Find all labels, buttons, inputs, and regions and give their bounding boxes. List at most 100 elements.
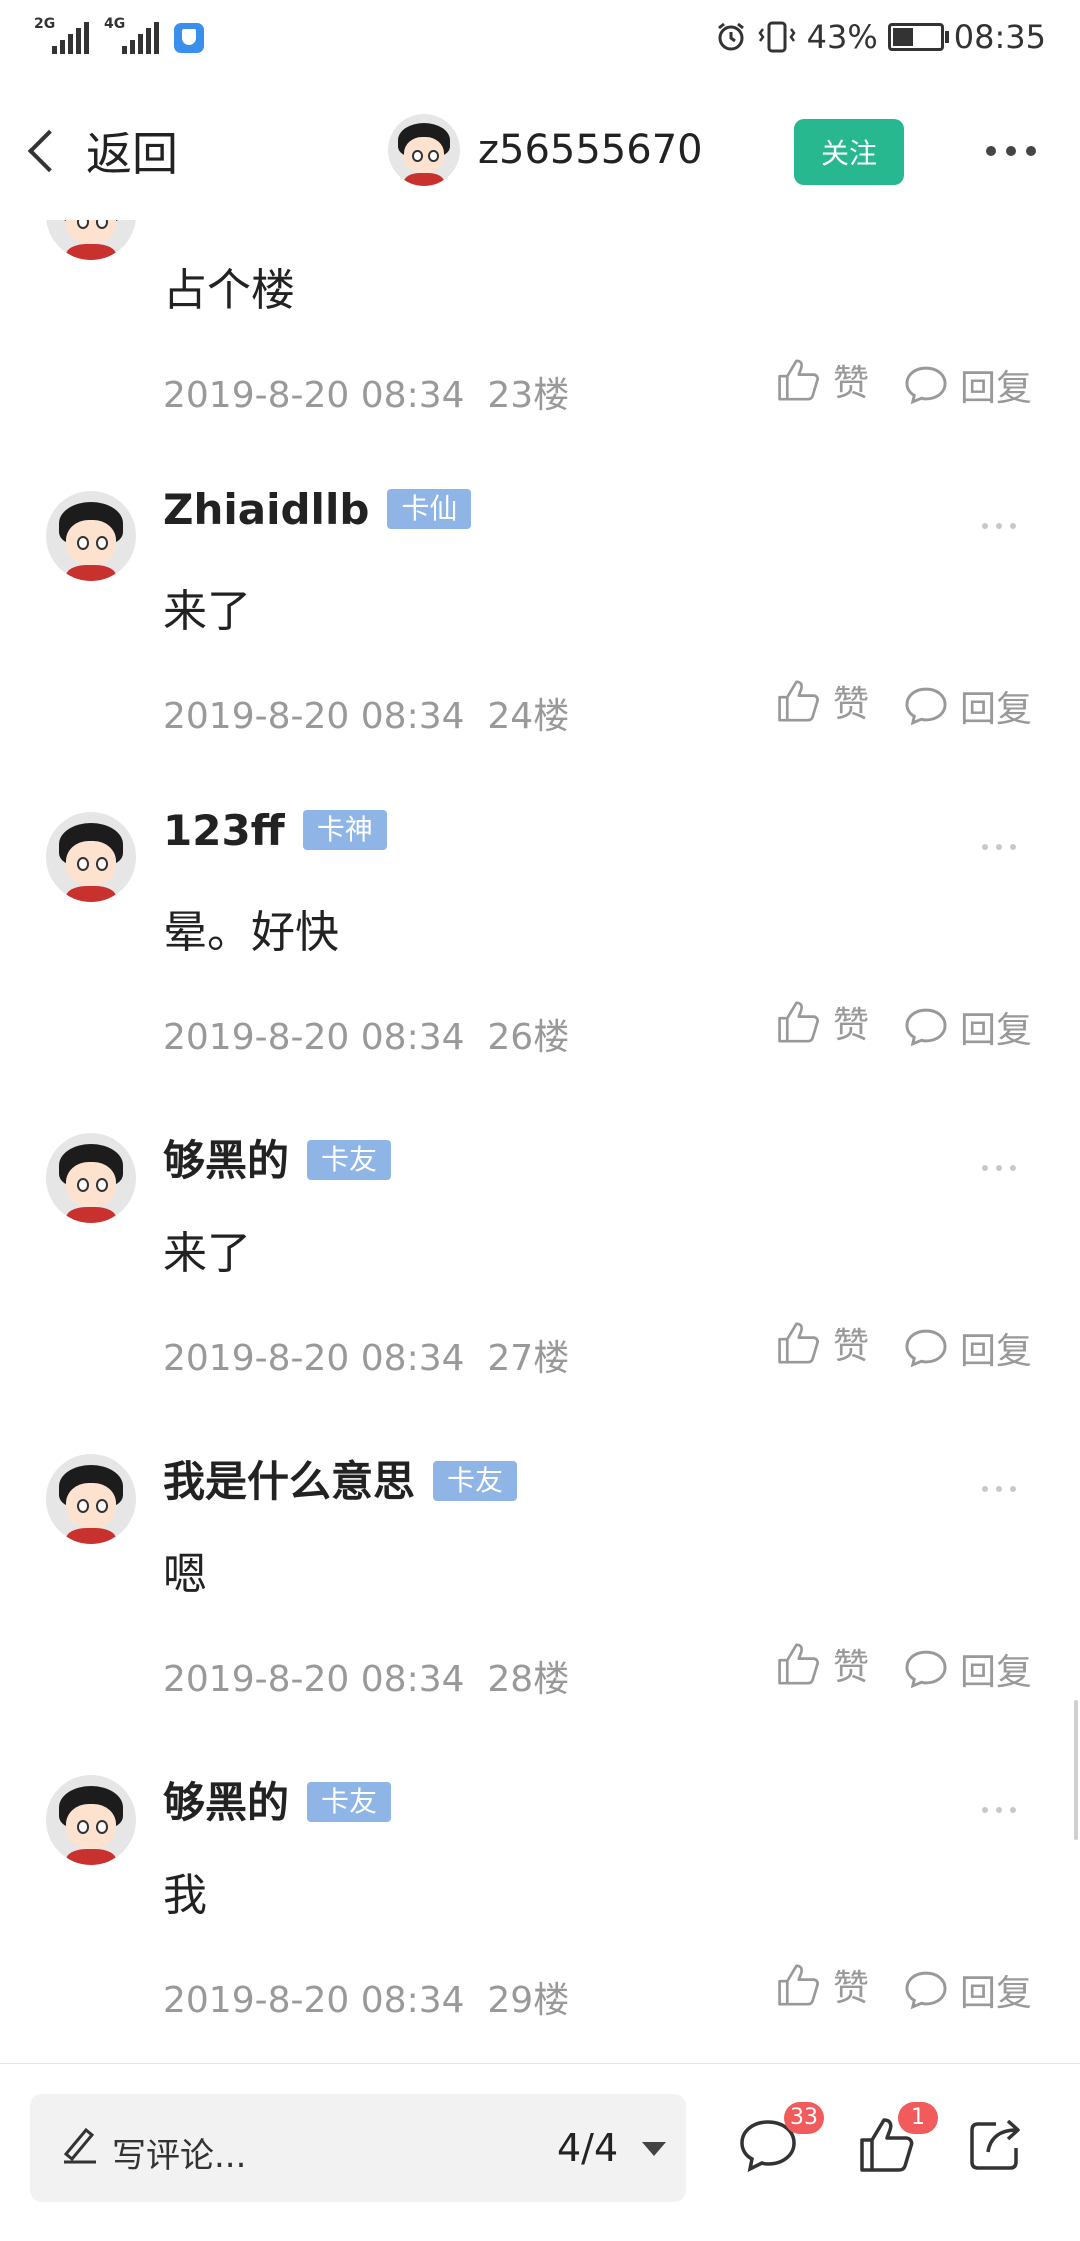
avatar[interactable] <box>46 1775 136 1865</box>
comment-count-badge: 33 <box>784 2102 824 2134</box>
commenter-name[interactable]: 我是什么意思 卡友 <box>163 1448 518 1509</box>
thumbs-up-icon <box>778 359 819 401</box>
reply-label: 回复 <box>960 1010 1033 1051</box>
back-chevron-icon <box>27 129 71 173</box>
post-author[interactable]: z56555670 <box>388 114 703 186</box>
thumbs-up-icon <box>778 1001 819 1043</box>
battery-percentage: 43% <box>806 18 878 56</box>
signal-sim1-icon: 2G <box>34 16 92 56</box>
avatar[interactable] <box>46 1133 136 1223</box>
like-post-button[interactable]: 1 <box>856 2102 938 2178</box>
dropdown-triangle-icon[interactable] <box>642 2142 666 2156</box>
comment-meta: 2019-8-20 08:34 23楼 <box>163 366 569 418</box>
thumbs-up-icon <box>778 1322 819 1364</box>
reply-label: 回复 <box>960 1331 1033 1372</box>
user-level-badge: 卡仙 <box>387 488 472 529</box>
top-nav-bar: 返回 z56555670 关注 <box>0 80 1080 220</box>
reply-button[interactable]: 回复 <box>904 680 1032 732</box>
reply-bubble-icon <box>905 1008 947 1047</box>
like-label: 赞 <box>833 1968 870 2009</box>
reply-button[interactable]: 回复 <box>904 1322 1032 1374</box>
comment-more-icon[interactable] <box>982 1165 1016 1171</box>
status-bar: 2G 4G 43% 08:35 <box>0 0 1080 80</box>
comment-more-icon[interactable] <box>982 1807 1016 1813</box>
reply-bubble-icon <box>905 1650 947 1689</box>
commenter-name-text: 够黑的 <box>163 1778 290 1827</box>
like-button[interactable]: 赞 <box>775 675 869 727</box>
comment-meta: 2019-8-20 08:34 29楼 <box>163 1971 569 2023</box>
commenter-name-text: Zhiaidllb <box>163 485 370 534</box>
comment-more-icon[interactable] <box>982 844 1016 850</box>
like-label: 赞 <box>833 363 870 404</box>
comment-time: 2019-8-20 08:34 <box>163 1659 465 1700</box>
user-level-badge: 卡神 <box>302 809 387 850</box>
floor-number: 24楼 <box>487 696 570 737</box>
comment-text: 晕。好快 <box>163 907 339 958</box>
commenter-name[interactable]: 够黑的 卡友 <box>163 1769 392 1830</box>
reply-label: 回复 <box>960 368 1033 409</box>
comment-meta: 2019-8-20 08:34 24楼 <box>163 687 569 739</box>
comment-input[interactable]: 写评论... 4/4 <box>30 2094 686 2202</box>
reply-bubble-icon <box>905 1971 947 2010</box>
reply-button[interactable]: 回复 <box>904 359 1032 411</box>
reply-button[interactable]: 回复 <box>904 1001 1032 1053</box>
floor-number: 29楼 <box>487 1980 570 2021</box>
comment-text: 嗯 <box>163 1549 207 1600</box>
like-label: 赞 <box>833 1005 870 1046</box>
like-button[interactable]: 赞 <box>775 1638 869 1690</box>
commenter-name[interactable]: 够黑的 卡友 <box>163 1127 392 1188</box>
comment-meta: 2019-8-20 08:34 28楼 <box>163 1650 569 1702</box>
comment-meta: 2019-8-20 08:34 26楼 <box>163 1008 569 1060</box>
author-username: z56555670 <box>478 127 703 173</box>
back-button[interactable]: 返回 <box>20 118 178 184</box>
like-button[interactable]: 赞 <box>775 354 869 406</box>
like-label: 赞 <box>833 1647 870 1688</box>
thumbs-up-icon <box>778 1643 819 1685</box>
avatar[interactable] <box>388 114 460 186</box>
signal-sim2-icon: 4G <box>104 16 162 56</box>
reply-bubble-icon <box>905 366 947 405</box>
battery-icon <box>887 23 949 51</box>
commenter-name[interactable]: 123ff 卡神 <box>163 806 387 855</box>
more-options-icon[interactable] <box>986 146 1036 156</box>
floor-number: 27楼 <box>487 1338 570 1379</box>
like-label: 赞 <box>833 1326 870 1367</box>
user-level-badge: 卡友 <box>433 1460 518 1501</box>
avatar[interactable] <box>46 491 136 581</box>
like-button[interactable]: 赞 <box>775 1959 869 2011</box>
comment-time: 2019-8-20 08:34 <box>163 1980 465 2021</box>
share-icon <box>970 2119 1020 2170</box>
reply-label: 回复 <box>960 1973 1033 2014</box>
comments-button[interactable]: 33 <box>738 2102 824 2178</box>
share-button[interactable] <box>966 2116 1026 2178</box>
comment-more-icon[interactable] <box>982 523 1016 529</box>
avatar[interactable] <box>46 812 136 902</box>
comment-text: 来了 <box>163 586 251 637</box>
pen-icon <box>63 2127 96 2164</box>
bottom-action-bar: 写评论... 4/4 33 1 <box>0 2063 1080 2241</box>
reply-bubble-icon <box>905 687 947 726</box>
commenter-name-text: 123ff <box>163 806 285 855</box>
floor-number: 23楼 <box>487 375 570 416</box>
like-button[interactable]: 赞 <box>775 996 869 1048</box>
like-button[interactable]: 赞 <box>775 1317 869 1369</box>
comment-time: 2019-8-20 08:34 <box>163 696 465 737</box>
comment-item: 够黑的 卡友 来了 2019-8-20 08:34 27楼 赞 回复 <box>0 1117 1080 1438</box>
commenter-name-text: 我是什么意思 <box>163 1457 416 1506</box>
comment-placeholder: 写评论... <box>112 2136 247 2176</box>
page-indicator[interactable]: 4/4 <box>557 2126 618 2170</box>
comment-text: 来了 <box>163 1228 251 1279</box>
comment-item: 123ff 卡神晕。好快 2019-8-20 08:34 26楼 赞 回复 <box>0 796 1080 1117</box>
comment-time: 2019-8-20 08:34 <box>163 375 465 416</box>
avatar[interactable] <box>46 1454 136 1544</box>
reply-button[interactable]: 回复 <box>904 1964 1032 2016</box>
commenter-name[interactable]: Zhiaidllb 卡仙 <box>163 485 472 534</box>
reply-bubble-icon <box>905 1329 947 1368</box>
follow-button[interactable]: 关注 <box>794 119 904 185</box>
reply-button[interactable]: 回复 <box>904 1643 1032 1695</box>
sim2-network-type: 4G <box>104 16 126 32</box>
like-label: 赞 <box>833 684 870 725</box>
alarm-icon <box>717 22 744 51</box>
scrollbar[interactable] <box>1074 1700 1078 1840</box>
comment-more-icon[interactable] <box>982 1486 1016 1492</box>
